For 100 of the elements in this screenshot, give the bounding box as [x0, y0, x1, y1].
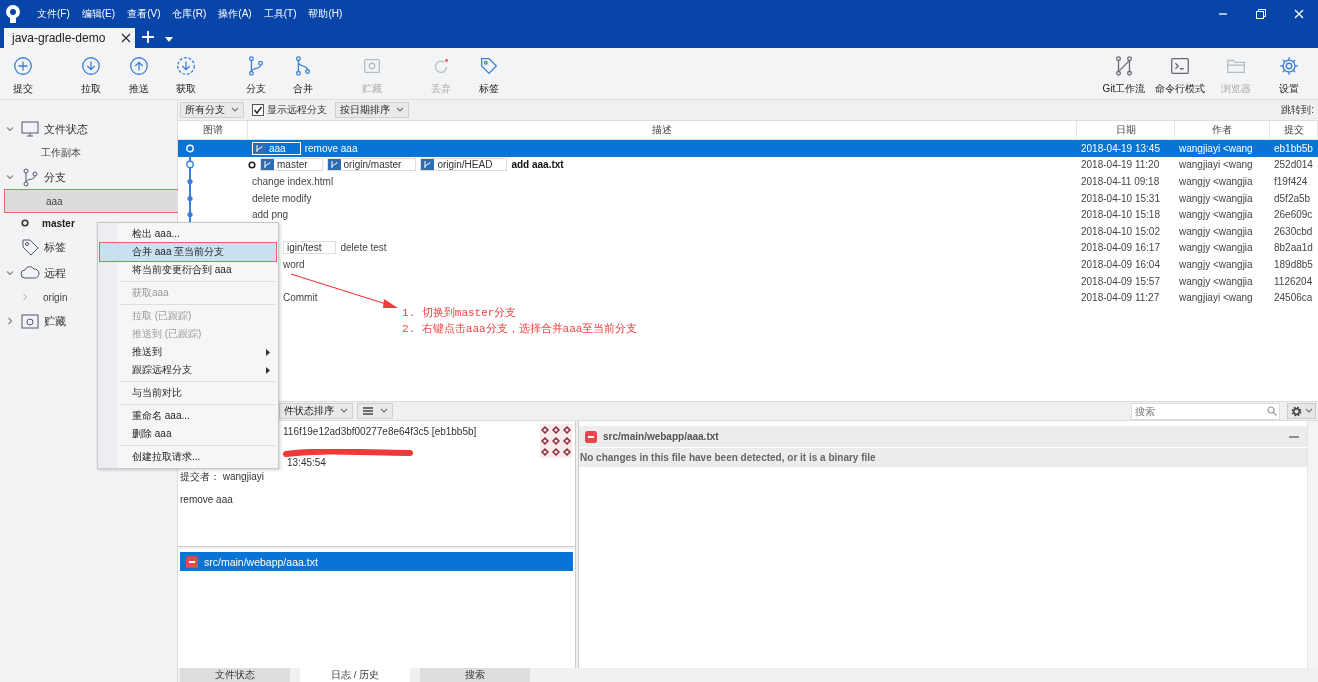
- checkbox[interactable]: [252, 104, 264, 116]
- commit-message: remove aaa: [180, 494, 234, 505]
- column-header[interactable]: 描述: [248, 121, 1077, 139]
- sidebar-section[interactable]: 文件状态: [0, 116, 177, 142]
- branches-icon: [1113, 55, 1135, 77]
- branch-name: aaa: [269, 142, 286, 154]
- settings-icon: [1278, 55, 1300, 77]
- caret-icon: [396, 107, 404, 113]
- menu-item[interactable]: 仓库(R): [167, 4, 212, 24]
- toolbar-button[interactable]: 推送: [116, 48, 162, 98]
- sidebar-section[interactable]: 分支: [0, 164, 177, 190]
- commit-row[interactable]: word 2018-04-09 16:04 wangjy <wangjia 189d8b5: [279, 256, 1318, 273]
- checkbox-label: 显示远程分支: [267, 103, 327, 117]
- toolbar-button[interactable]: 设置: [1264, 48, 1314, 98]
- scrollbar[interactable]: [1307, 421, 1318, 668]
- branch-icon: [421, 159, 435, 171]
- caret-icon: [231, 107, 239, 113]
- commit-row[interactable]: master origin/master origin/HEAD add aaa.txt 2018-04-19 11:20 wangjiayi <wang 252d014: [178, 156, 1318, 174]
- toolbar-button[interactable]: 标签: [466, 48, 512, 98]
- sidebar-item[interactable]: aaa: [5, 190, 180, 212]
- plus-icon[interactable]: [141, 30, 156, 44]
- file-row[interactable]: src/main/webapp/aaa.txt: [180, 552, 573, 571]
- commit-time: 13:45:54: [287, 457, 327, 468]
- branch-name: origin/master: [343, 159, 402, 171]
- commit-hash: 189d8b5: [1273, 258, 1314, 270]
- commit-row[interactable]: delete modify 2018-04-10 15:31 wangjy <wangjia d5f2a5b: [178, 189, 1318, 207]
- menu-item[interactable]: 与当前对比: [100, 384, 276, 402]
- branch-icon: [327, 159, 341, 171]
- menu-item[interactable]: 将当前变更衍合到 aaa: [100, 261, 276, 279]
- date-cell-text: 2018-04-10 15:31: [1080, 192, 1161, 204]
- toolbar-button[interactable]: Git工作流: [1096, 48, 1152, 98]
- repo-tab[interactable]: java-gradle-demo: [4, 28, 136, 48]
- menu-item[interactable]: 操作(A): [213, 4, 257, 24]
- branch-filter-dropdown[interactable]: 所有分支: [180, 102, 244, 118]
- commit-row[interactable]: change index.html 2018-04-11 09:18 wangjy <wangjia f19f424: [178, 173, 1318, 190]
- box-icon: [20, 311, 40, 331]
- menu-item[interactable]: 删除 aaa: [100, 425, 276, 443]
- menu-item[interactable]: 帮助(H): [303, 4, 348, 24]
- commit-hash: 26e609c: [1273, 209, 1314, 221]
- caret-icon: [1305, 408, 1313, 414]
- toolbar-button[interactable]: 拉取: [68, 48, 114, 98]
- date-cell-text: 2018-04-09 15:57: [1080, 275, 1161, 287]
- commit-hash: eb1bb5b: [1273, 142, 1314, 154]
- column-header[interactable]: 作者: [1175, 121, 1270, 139]
- column-header[interactable]: 日期: [1077, 121, 1175, 139]
- branch-tag[interactable]: origin/HEAD: [420, 158, 508, 172]
- current-branch-icon: [248, 160, 256, 169]
- branch-tag[interactable]: aaa: [252, 141, 301, 155]
- menu-item[interactable]: 跟踪远程分支: [100, 361, 276, 379]
- branch-icon: [20, 167, 40, 187]
- branch-tag[interactable]: igin/test: [283, 241, 337, 255]
- tag-icon: [20, 237, 40, 257]
- toolbar-button[interactable]: 分支: [233, 48, 279, 98]
- annotation-text: 1. 切换到master分支: [402, 306, 517, 320]
- monitor-icon: [20, 119, 40, 139]
- author-cell-text: wangjiayi <wang: [1178, 159, 1254, 171]
- menu-item[interactable]: 推送到: [100, 343, 276, 361]
- sort-dropdown[interactable]: 件状态排序: [279, 403, 353, 419]
- column-header[interactable]: 提交: [1270, 121, 1318, 139]
- toolbar-button[interactable]: 获取: [163, 48, 209, 98]
- commit-hash: 116f19e12ad3bf00277e8e64f3c5 [eb1bb5b]: [283, 426, 478, 437]
- commit-row[interactable]: aaa remove aaa 2018-04-19 13:45 wangjiayi <wang eb1bb5b: [178, 140, 1318, 157]
- commit-hash: 2630cbd: [1273, 225, 1314, 237]
- toolbar-button[interactable]: 合并: [280, 48, 326, 98]
- close-icon[interactable]: [121, 33, 132, 43]
- submenu-arrow-icon: [266, 349, 270, 356]
- caret-icon: [340, 408, 348, 414]
- settings-button[interactable]: [1287, 403, 1316, 419]
- view-tab[interactable]: 日志 / 历史: [300, 668, 410, 682]
- menu-item[interactable]: 文件(F): [32, 4, 75, 24]
- author-cell-text: wangjy <wangjia: [1178, 242, 1254, 254]
- commit-row[interactable]: 2018-04-10 15:02 wangjy <wangjia 2630cbd: [279, 222, 1318, 240]
- menu-item[interactable]: 检出 aaa...: [100, 225, 276, 243]
- branch-tag[interactable]: master: [260, 158, 323, 172]
- menu-item[interactable]: 编辑(E): [76, 4, 121, 24]
- branch-tag[interactable]: origin/master: [326, 158, 417, 172]
- sort-dropdown[interactable]: 按日期排序: [335, 102, 409, 118]
- collapse-icon[interactable]: [1288, 434, 1300, 439]
- up-arrow-circle-icon: [128, 55, 150, 77]
- restore-icon[interactable]: [1255, 8, 1267, 20]
- commit-hash: d5f2a5b: [1273, 192, 1312, 204]
- menu-item[interactable]: 查看(V): [122, 4, 166, 24]
- toolbar-button[interactable]: 提交: [0, 48, 46, 98]
- toolbar-button[interactable]: 命令行模式: [1152, 48, 1208, 98]
- date-cell-text: 2018-04-09 11:27: [1080, 292, 1161, 304]
- menu-item[interactable]: 创建拉取请求...: [100, 448, 276, 466]
- commit-row[interactable]: igin/test delete test 2018-04-09 16:17 wangjy <wangjia 8b2aa1d: [279, 239, 1318, 257]
- view-tab[interactable]: 文件状态: [180, 668, 290, 682]
- menu-item[interactable]: 工具(T): [258, 4, 302, 24]
- menu-item[interactable]: 合并 aaa 至当前分支: [100, 243, 276, 261]
- commit-row[interactable]: 2018-04-09 15:57 wangjy <wangjia 1126204: [279, 272, 1318, 290]
- list-view-button[interactable]: [357, 403, 393, 419]
- sidebar-item[interactable]: 工作副本: [5, 142, 180, 164]
- annotation-text: 2. 右键点击aaa分支，选择合并aaa至当前分支: [402, 322, 638, 336]
- search-field[interactable]: 搜索: [1131, 402, 1280, 420]
- column-header[interactable]: 图谱: [178, 121, 248, 139]
- caret-icon[interactable]: [165, 37, 174, 42]
- menu-item[interactable]: 重命名 aaa...: [100, 407, 276, 425]
- commit-row[interactable]: Commit 2018-04-09 11:27 wangjiayi <wang 24506ca: [279, 289, 1318, 306]
- view-tab[interactable]: 搜索: [420, 668, 530, 682]
